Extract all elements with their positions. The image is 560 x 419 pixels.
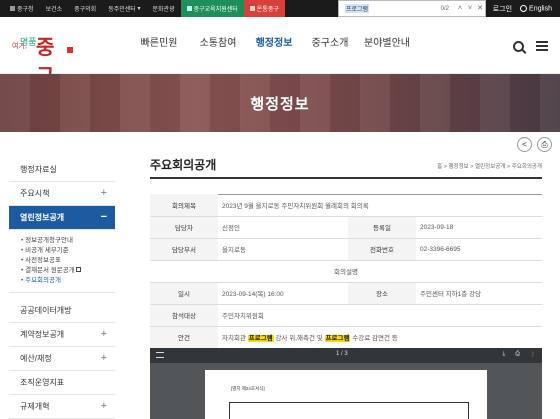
- submenu-request-guide[interactable]: 정보공개청구안내: [21, 236, 115, 246]
- pdf-page-indicator: 1 / 3: [336, 351, 348, 357]
- menu-icon[interactable]: [536, 41, 548, 51]
- sidebar-item-contracts[interactable]: 계약정보공개 +: [9, 323, 115, 347]
- pdf-form-box: [229, 402, 469, 419]
- table-row: 회의제목 2023년 9월 을지로동 주민자치위원회 월례회의 회의록: [150, 194, 542, 217]
- find-input[interactable]: 프로그램: [345, 4, 370, 13]
- nav-communication[interactable]: 소통참여: [187, 34, 249, 49]
- table-row: 일시 2023-09-14(목) 16:00 장소 주민센터 지하1층 강당: [150, 282, 542, 305]
- print-icon[interactable]: ⎙: [537, 137, 552, 152]
- find-close-icon[interactable]: ✕: [475, 4, 485, 14]
- nav-guide[interactable]: 분야별안내: [359, 34, 415, 49]
- sidebar-item-budget[interactable]: 예산/재정 +: [9, 347, 115, 371]
- pdf-form-label: [별지 제24호서식]: [231, 386, 265, 391]
- submenu-meetings[interactable]: 주요회의공개: [21, 276, 115, 286]
- submenu-prior-disclosure[interactable]: 사전정보공표: [21, 256, 115, 266]
- sidebar-item-regulation[interactable]: 규제개혁 +: [9, 395, 115, 419]
- main-navigation: 빠른민원 소통참여 행정정보 중구소개 분야별안내: [140, 34, 415, 49]
- home-icon: [10, 6, 15, 11]
- table-row: 담당자 신정인 등록일 2023-09-18: [150, 216, 542, 239]
- page-title: 주요회의공개: [150, 158, 217, 172]
- sidebar: 행정자료실 주요시책+ 열린정보공개− 정보공개청구안내 비공개 세부기준 사전…: [9, 158, 115, 419]
- link-community-center[interactable]: 동주민센터 ▾: [102, 4, 146, 13]
- submenu-approval-docs[interactable]: 결재문서 원문공개: [21, 266, 115, 276]
- find-next-icon[interactable]: ˅: [465, 4, 475, 14]
- site-header: 여기, 명품 중구 빠른민원 소통참여 행정정보 중구소개 분야별안내: [0, 17, 560, 88]
- meeting-info-table: 회의제목 2023년 9월 을지로동 주민자치위원회 월례회의 회의록 담당자 …: [150, 194, 542, 349]
- nav-quick-civil[interactable]: 빠른민원: [140, 34, 178, 49]
- meeting-description-header: 회의설명: [150, 260, 542, 283]
- nav-about[interactable]: 중구소개: [305, 34, 355, 49]
- collapse-icon: −: [100, 211, 107, 223]
- page-banner: 행정정보: [0, 74, 560, 132]
- search-highlight: 프로그램: [247, 335, 274, 342]
- submenu-nondisclosure[interactable]: 비공개 세부기준: [21, 246, 115, 256]
- table-row: 참석대상 주민자치위원회: [150, 304, 542, 327]
- find-count: 0/2: [440, 5, 449, 12]
- nav-admin-info[interactable]: 행정정보: [251, 34, 297, 49]
- title-divider: [150, 177, 542, 179]
- pdf-more-icon[interactable]: ⋮: [530, 351, 536, 358]
- sidebar-item-open-info[interactable]: 열린정보공개 −: [9, 206, 115, 230]
- pdf-toolbar: 1 / 3 ⤓ ⎙ ⋮: [150, 348, 542, 363]
- find-in-page-bar: 프로그램 0/2 ˄ ˅ ✕: [338, 0, 486, 17]
- table-row: 담당부서 을지로동 전화번호 02-3396-6695: [150, 238, 542, 261]
- logo-seal: [67, 47, 73, 53]
- expand-icon: +: [100, 328, 107, 340]
- agenda-text: 자치회관 프로그램 강사 위,해촉건 및 프로그램 수강료 감면건 등: [218, 326, 542, 349]
- banner-title: 행정정보: [250, 96, 310, 113]
- english-link[interactable]: English: [520, 4, 552, 12]
- pdf-download-icon[interactable]: ⤓: [503, 351, 506, 358]
- pdf-menu-icon[interactable]: [156, 352, 164, 358]
- sidebar-item-public-data[interactable]: 공공데이터개방: [9, 299, 115, 323]
- meeting-title: 2023년 9월 을지로동 주민자치위원회 월례회의 회의록: [218, 194, 542, 217]
- junggu-logo[interactable]: 여기, 명품 중구: [12, 29, 73, 88]
- link-ontong-junggu[interactable]: 온통중구: [243, 0, 285, 17]
- link-junggu-office[interactable]: 중구청: [4, 4, 40, 13]
- building-icon: [186, 6, 192, 11]
- table-row: 회의설명: [150, 260, 542, 283]
- share-icon[interactable]: <: [517, 137, 532, 152]
- find-prev-icon[interactable]: ˄: [455, 4, 465, 14]
- ontong-icon: [249, 6, 255, 11]
- expand-icon: +: [100, 400, 107, 412]
- sidebar-submenu: 정보공개청구안내 비공개 세부기준 사전정보공표 결재문서 원문공개 주요회의공…: [9, 230, 115, 293]
- sidebar-item-org-index[interactable]: 조직운영지표: [9, 371, 115, 395]
- breadcrumb: 홈 > 행정정보 > 열린정보공개 > 주요회의공개: [437, 164, 542, 170]
- table-row: 안건 자치회관 프로그램 강사 위,해촉건 및 프로그램 수강료 감면건 등: [150, 326, 542, 349]
- expand-icon: +: [100, 352, 107, 364]
- search-highlight: 프로그램: [324, 335, 351, 342]
- pdf-print-icon[interactable]: ⎙: [515, 351, 520, 358]
- link-education-center[interactable]: 중구교육지원센터: [180, 0, 244, 17]
- login-link[interactable]: 로그인: [493, 4, 512, 14]
- link-health-center[interactable]: 보건소: [40, 4, 69, 13]
- search-icon[interactable]: [513, 41, 524, 52]
- sidebar-item-archive[interactable]: 행정자료실: [9, 158, 115, 182]
- link-council[interactable]: 중구의회: [68, 4, 102, 13]
- pdf-viewer[interactable]: 1 / 3 ⤓ ⎙ ⋮ [별지 제24호서식]: [150, 348, 542, 419]
- link-culture-tour[interactable]: 문화관광: [147, 4, 181, 13]
- globe-icon: [520, 4, 528, 12]
- pdf-page: [별지 제24호서식]: [205, 370, 487, 419]
- external-link-icon: [75, 267, 81, 272]
- expand-icon: +: [100, 187, 107, 199]
- sidebar-item-policy[interactable]: 주요시책 +: [9, 182, 115, 206]
